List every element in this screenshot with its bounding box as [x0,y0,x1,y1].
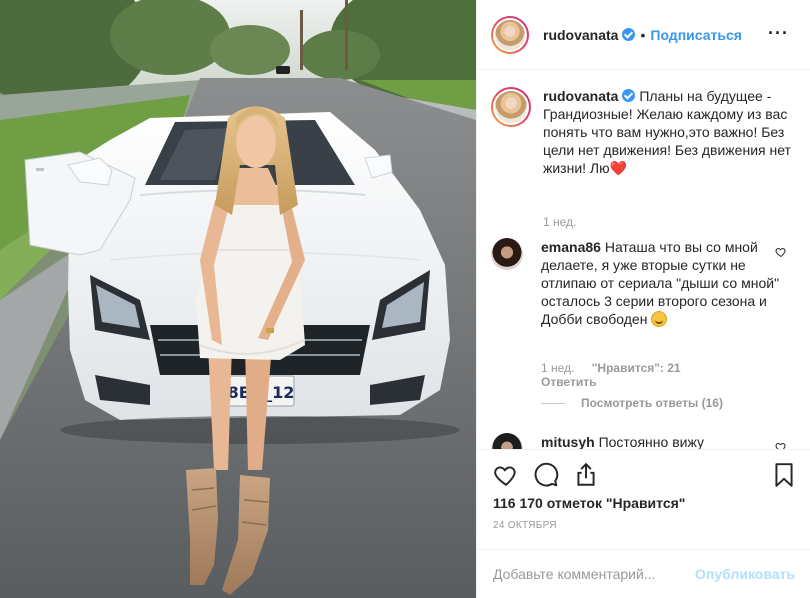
post-header: rudovanata • Подписаться ··· [477,0,810,70]
like-comment-heart-icon[interactable] [775,246,787,258]
caption-timestamp[interactable]: 1 нед. [543,215,576,229]
comment-timestamp[interactable]: 1 нед. [541,361,574,375]
comment-username[interactable]: mitusyh [541,434,595,449]
instagram-post: 8BD_12 [0,0,810,598]
follow-button[interactable]: Подписаться [650,27,742,43]
comment-body: emana86 Наташа что вы со мной делаете, я… [541,238,781,328]
comment-meta: 1 нед. "Нравится": 21 [541,361,681,375]
comment-input[interactable] [493,566,683,582]
reply-button[interactable]: Ответить [541,375,596,389]
post-caption: rudovanata Планы на будущее - Грандиозны… [491,87,801,177]
grinning-emoji-icon [651,311,668,327]
caption-avatar-image [493,89,529,125]
caption-avatar[interactable] [491,87,531,127]
photo-illustration: 8BD_12 [0,0,476,598]
comments-section[interactable]: rudovanata Планы на будущее - Грандиозны… [477,71,810,449]
more-options-icon[interactable]: ··· [768,24,789,42]
post-photo[interactable]: 8BD_12 [0,0,476,598]
caption-username[interactable]: rudovanata [543,88,618,104]
commenter-avatar[interactable] [491,238,523,270]
comment-item: emana86 Наташа что вы со мной делаете, я… [491,238,801,328]
author-avatar[interactable] [491,15,529,54]
likes-count[interactable]: 116 170 отметок "Нравится" [493,495,685,511]
author-avatar-image [493,17,527,52]
comment-body: mitusyh Постоянно вижу [541,433,781,449]
post-actions: 116 170 отметок "Нравится" 24 ОКТЯБРЯ [477,449,810,549]
comment-bubble-icon[interactable] [533,462,559,488]
share-icon[interactable] [573,462,599,488]
comment-text: Постоянно вижу [598,434,704,449]
comment-username[interactable]: emana86 [541,239,601,255]
red-heart-emoji-icon: ❤️ [609,160,628,176]
replies-divider-line [541,402,565,404]
bookmark-icon[interactable] [771,462,797,488]
caption-body: rudovanata Планы на будущее - Грандиозны… [543,87,801,177]
comment-item: mitusyh Постоянно вижу [491,433,801,449]
like-heart-icon[interactable] [493,462,519,488]
add-comment-bar: Опубликовать [477,549,810,598]
like-comment-heart-icon[interactable] [775,441,787,449]
comment-likes-count[interactable]: "Нравится": 21 [592,361,681,375]
verified-badge-icon [622,28,636,41]
publish-button[interactable]: Опубликовать [695,566,795,582]
caption-verified-icon [622,89,636,102]
view-replies-label: Посмотреть ответы (16) [581,396,723,410]
commenter-avatar[interactable] [491,433,523,449]
separator-dot: • [640,26,646,43]
post-sidebar: rudovanata • Подписаться ··· rudovanata … [476,0,810,598]
view-replies-button[interactable]: Посмотреть ответы (16) [541,396,723,410]
author-username[interactable]: rudovanata [543,27,618,43]
post-date[interactable]: 24 ОКТЯБРЯ [493,520,557,531]
